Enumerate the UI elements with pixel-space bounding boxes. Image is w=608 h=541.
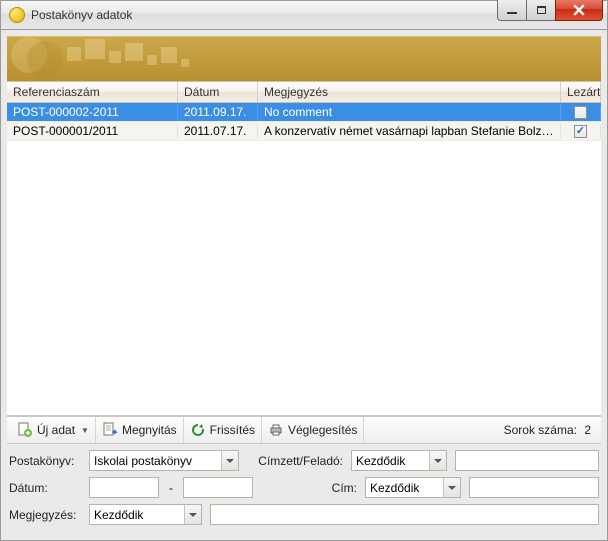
address-mode-select[interactable]: Kezdődik bbox=[365, 477, 461, 498]
table-row[interactable]: POST-000002-2011 2011.09.17. No comment bbox=[7, 103, 601, 122]
postbook-label: Postakönyv: bbox=[9, 454, 81, 468]
col-lock[interactable]: Lezárt bbox=[561, 82, 601, 102]
refresh-button[interactable]: Frissítés bbox=[184, 417, 262, 443]
note-input[interactable] bbox=[210, 504, 599, 525]
date-to-input[interactable] bbox=[183, 477, 253, 498]
dropdown-icon: ▼ bbox=[81, 426, 89, 435]
table-row[interactable]: POST-000001/2011 2011.07.17. A konzervat… bbox=[7, 122, 601, 141]
rowcount-label: Sorok száma: bbox=[504, 423, 577, 437]
finalize-button[interactable]: Véglegesítés bbox=[262, 417, 364, 443]
open-icon bbox=[102, 422, 118, 438]
close-button[interactable] bbox=[555, 0, 603, 21]
refresh-icon bbox=[190, 422, 206, 438]
note-mode-select[interactable]: Kezdődik bbox=[89, 504, 202, 525]
recipient-label: Címzett/Feladó: bbox=[247, 454, 343, 468]
print-icon bbox=[268, 422, 284, 438]
col-date[interactable]: Dátum bbox=[178, 82, 258, 102]
note-label: Megjegyzés: bbox=[9, 508, 81, 522]
col-ref[interactable]: Referenciaszám bbox=[7, 82, 178, 102]
date-from-input[interactable] bbox=[89, 477, 159, 498]
open-button[interactable]: Megnyitás bbox=[96, 417, 184, 443]
minimize-button[interactable] bbox=[497, 0, 527, 21]
rowcount-value: 2 bbox=[584, 423, 591, 437]
maximize-button[interactable] bbox=[526, 0, 556, 21]
window-titlebar: Postakönyv adatok bbox=[0, 0, 608, 30]
recipient-mode-select[interactable]: Kezdődik bbox=[351, 450, 447, 471]
checkbox-icon[interactable] bbox=[574, 125, 587, 138]
refresh-label: Frissítés bbox=[210, 423, 255, 437]
window-body: Referenciaszám Dátum Megjegyzés Lezárt P… bbox=[0, 30, 608, 541]
address-input[interactable] bbox=[469, 477, 599, 498]
app-icon bbox=[9, 7, 25, 23]
finalize-label: Véglegesítés bbox=[288, 423, 357, 437]
cell-date: 2011.07.17. bbox=[178, 124, 258, 138]
cell-note: A konzervatív német vasárnapi lapban Ste… bbox=[258, 124, 561, 138]
note-mode-value: Kezdődik bbox=[90, 508, 184, 522]
window-title: Postakönyv adatok bbox=[31, 8, 132, 22]
toolbar: Új adat ▼ Megnyitás Frissítés Véglegesít… bbox=[7, 416, 601, 444]
header-banner bbox=[7, 36, 601, 81]
address-label: Cím: bbox=[261, 481, 357, 495]
chevron-down-icon bbox=[443, 478, 460, 497]
table-header: Referenciaszám Dátum Megjegyzés Lezárt bbox=[7, 81, 601, 103]
chevron-down-icon bbox=[184, 505, 201, 524]
window-controls bbox=[498, 0, 603, 21]
chevron-down-icon bbox=[429, 451, 446, 470]
table-body[interactable]: POST-000002-2011 2011.09.17. No comment … bbox=[7, 103, 601, 416]
date-label: Dátum: bbox=[9, 481, 81, 495]
new-button[interactable]: Új adat ▼ bbox=[11, 417, 96, 443]
new-label: Új adat bbox=[37, 423, 75, 437]
postbook-value: Iskolai postakönyv bbox=[90, 454, 221, 468]
cell-lock bbox=[561, 125, 601, 138]
col-note[interactable]: Megjegyzés bbox=[258, 82, 561, 102]
chevron-down-icon bbox=[221, 451, 238, 470]
cell-ref: POST-000001/2011 bbox=[7, 124, 178, 138]
date-range-separator: - bbox=[167, 481, 175, 495]
recipient-input[interactable] bbox=[455, 450, 599, 471]
cell-date: 2011.09.17. bbox=[178, 105, 258, 119]
rowcount: Sorok száma: 2 bbox=[498, 423, 597, 437]
cell-note: No comment bbox=[258, 105, 561, 119]
address-mode-value: Kezdődik bbox=[366, 481, 443, 495]
open-label: Megnyitás bbox=[122, 423, 177, 437]
checkbox-icon[interactable] bbox=[574, 106, 587, 119]
cell-lock bbox=[561, 106, 601, 119]
filter-panel: Postakönyv: Iskolai postakönyv Címzett/F… bbox=[7, 444, 601, 525]
cell-ref: POST-000002-2011 bbox=[7, 105, 178, 119]
recipient-mode-value: Kezdődik bbox=[352, 454, 429, 468]
new-icon bbox=[17, 422, 33, 438]
postbook-select[interactable]: Iskolai postakönyv bbox=[89, 450, 239, 471]
